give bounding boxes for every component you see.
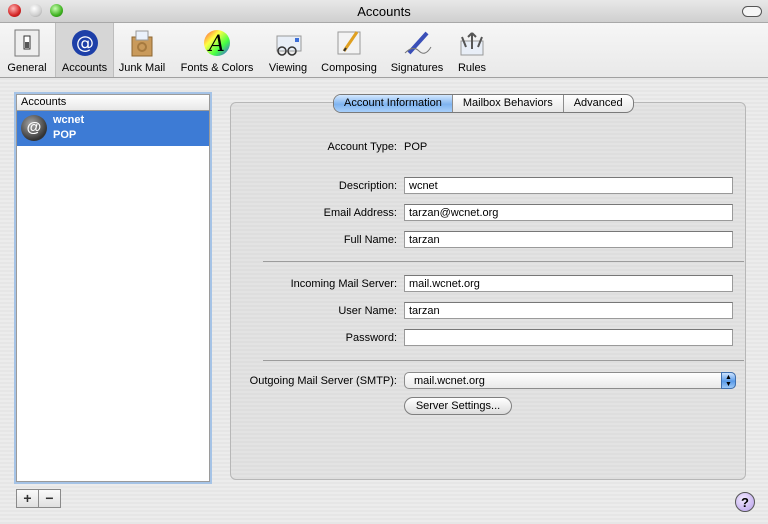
add-account-button[interactable]: +: [16, 489, 39, 508]
separator: [263, 261, 744, 262]
toolbar-label: Fonts & Colors: [180, 62, 254, 74]
accounts-list-header: Accounts: [17, 95, 209, 111]
window-title: Accounts: [357, 4, 411, 19]
toolbar-item-viewing[interactable]: Viewing: [263, 23, 313, 77]
password-field[interactable]: [404, 329, 733, 346]
toolbar-label: Signatures: [390, 62, 444, 74]
description-field[interactable]: wcnet: [404, 177, 733, 194]
remove-account-button[interactable]: −: [38, 489, 61, 508]
password-label: Password:: [345, 332, 397, 344]
toolbar-label: Accounts: [61, 62, 108, 74]
toolbar-label: Viewing: [268, 62, 308, 74]
svg-text:@: @: [76, 33, 94, 54]
updown-arrows-icon: ▲ ▼: [721, 372, 736, 389]
toolbar-toggle-button[interactable]: [742, 6, 762, 17]
toolbar-label: General: [7, 62, 47, 74]
rules-icon: [460, 32, 484, 56]
toolbar-item-rules[interactable]: Rules: [452, 23, 492, 77]
switch-icon: [14, 29, 40, 57]
title-bar: Accounts: [0, 0, 768, 23]
fonts-colors-icon: A: [204, 30, 230, 57]
smtp-server-popup[interactable]: mail.wcnet.org ▲ ▼: [404, 372, 736, 389]
pencil-icon: [337, 31, 361, 55]
junk-mail-icon: [131, 30, 153, 57]
toolbar-item-fonts-colors[interactable]: A Fonts & Colors: [175, 23, 259, 77]
email-address-label: Email Address:: [323, 207, 397, 219]
toolbar-item-signatures[interactable]: Signatures: [386, 23, 448, 77]
toolbar-item-accounts[interactable]: @ Accounts: [55, 23, 114, 77]
user-name-field[interactable]: tarzan: [404, 302, 733, 319]
full-name-field[interactable]: tarzan: [404, 231, 733, 248]
at-sign-icon: @: [71, 30, 98, 56]
toolbar-label: Junk Mail: [118, 62, 166, 74]
toolbar-label: Composing: [321, 62, 377, 74]
description-label: Description:: [338, 180, 397, 192]
account-type-value: POP: [404, 141, 428, 153]
full-name-label: Full Name:: [343, 234, 397, 246]
smtp-server-value: mail.wcnet.org: [414, 375, 485, 387]
help-button[interactable]: ?: [735, 492, 755, 512]
toolbar-item-general[interactable]: General: [4, 23, 50, 77]
toolbar-item-junk-mail[interactable]: Junk Mail: [114, 23, 170, 77]
incoming-server-label: Incoming Mail Server:: [290, 278, 397, 290]
server-settings-button[interactable]: Server Settings...: [404, 397, 512, 415]
glasses-icon: [276, 35, 302, 56]
tab-mailbox-behaviors[interactable]: Mailbox Behaviors: [453, 95, 564, 112]
account-type: POP: [53, 129, 77, 141]
pen-icon: [404, 31, 432, 55]
separator: [263, 360, 744, 361]
email-address-field[interactable]: tarzan@wcnet.org: [404, 204, 733, 221]
user-name-label: User Name:: [338, 305, 397, 317]
account-type-label: Account Type:: [327, 141, 397, 153]
svg-text:A: A: [207, 32, 225, 57]
incoming-server-field[interactable]: mail.wcnet.org: [404, 275, 733, 292]
tab-advanced[interactable]: Advanced: [564, 95, 633, 112]
toolbar-item-composing[interactable]: Composing: [316, 23, 382, 77]
tab-bar: Account Information Mailbox Behaviors Ad…: [333, 94, 634, 113]
account-row[interactable]: @ wcnet POP: [17, 111, 209, 146]
accounts-list[interactable]: Accounts @ wcnet POP: [16, 94, 210, 482]
account-at-icon: @: [21, 115, 47, 141]
account-name: wcnet: [53, 114, 85, 126]
toolbar-label: Rules: [457, 62, 487, 74]
smtp-label: Outgoing Mail Server (SMTP):: [249, 375, 397, 387]
tab-account-information[interactable]: Account Information: [334, 95, 453, 112]
toolbar: General @ Accounts Junk Mail A Fonts & C…: [0, 23, 768, 78]
